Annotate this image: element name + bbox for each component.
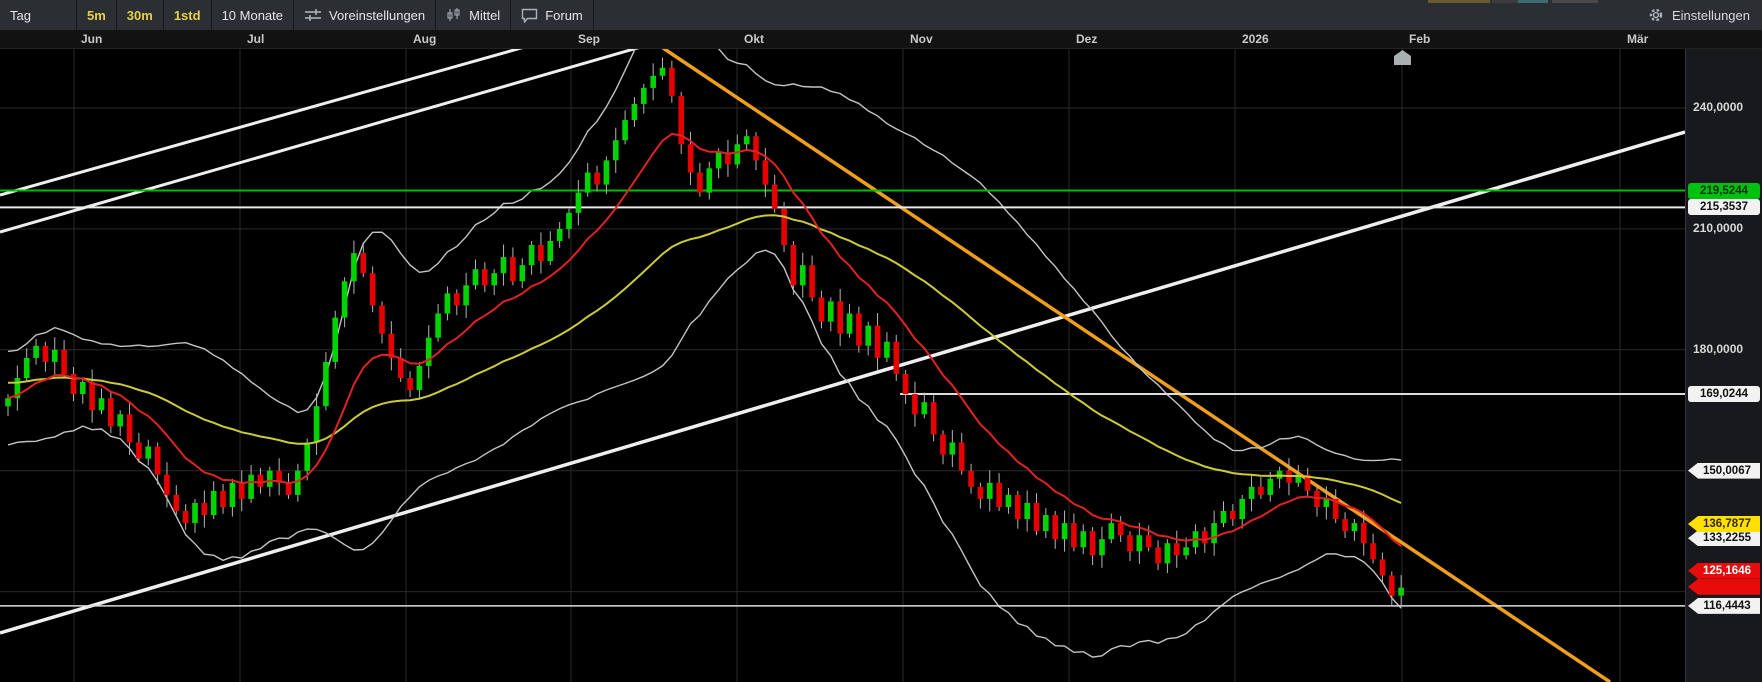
timeframe-button-5m[interactable]: 5m <box>77 0 117 30</box>
top-edge-fragment <box>1492 0 1518 3</box>
timeframe-button-tag[interactable]: Tag <box>0 0 77 30</box>
price-axis-gutter[interactable]: 240,0000 210,0000 180,0000 219,5244215,3537… <box>1685 48 1762 682</box>
trading-chart-window: { "toolbar": { "items": [ {"label": "Tag… <box>0 0 1762 682</box>
settings-label: Einstellungen <box>1672 8 1750 23</box>
x-axis-month-label: Jun <box>81 32 102 46</box>
top-edge-fragment <box>1552 0 1598 3</box>
sliders-icon <box>304 8 322 22</box>
price-badge: 150,0067 <box>1688 463 1760 479</box>
toolbar: Tag 5m 30m 1std 10 Monate Voreinstellung… <box>0 0 1762 31</box>
top-edge-fragment <box>1428 0 1490 3</box>
x-axis-month-label: Nov <box>910 32 933 46</box>
price-badge: 219,5244 <box>1688 183 1760 199</box>
x-axis-strip[interactable]: Jun Jul Aug Sep Okt Nov Dez 2026 Feb Mär <box>0 30 1762 49</box>
gear-icon <box>1648 7 1664 23</box>
timeframe-label: Tag <box>10 8 31 23</box>
timeframe-button-1std[interactable]: 1std <box>164 0 212 30</box>
candlestick-chart-canvas[interactable] <box>0 0 1762 682</box>
timeframe-label: 5m <box>87 8 106 23</box>
price-badge: 125,1646 <box>1688 563 1760 579</box>
x-axis-month-label: Okt <box>744 32 764 46</box>
x-axis-month-label: Dez <box>1076 32 1097 46</box>
range-button-10-monate[interactable]: 10 Monate <box>212 0 294 30</box>
timeframe-label: 1std <box>174 8 201 23</box>
price-axis-label: 210,0000 <box>1686 221 1762 235</box>
price-badge: 169,0244 <box>1688 386 1760 402</box>
presets-button[interactable]: Voreinstellungen <box>294 0 436 30</box>
price-axis-label: 180,0000 <box>1686 342 1762 356</box>
indicators-button[interactable]: Mittel <box>436 0 511 30</box>
price-badge: 215,3537 <box>1688 199 1760 215</box>
x-axis-month-label: Mär <box>1627 32 1648 46</box>
price-badge: 133,2255 <box>1688 530 1760 546</box>
indicators-label: Mittel <box>469 8 500 23</box>
timeframe-button-30m[interactable]: 30m <box>117 0 164 30</box>
candlestick-icon <box>446 7 462 23</box>
speech-bubble-icon <box>521 8 538 23</box>
price-badge <box>1688 579 1760 595</box>
price-badge: 116,4443 <box>1688 598 1760 614</box>
x-axis-month-label: Aug <box>413 32 436 46</box>
forum-button[interactable]: Forum <box>511 0 594 30</box>
settings-button[interactable]: Einstellungen <box>1636 0 1762 30</box>
presets-label: Voreinstellungen <box>329 8 425 23</box>
forum-label: Forum <box>545 8 583 23</box>
top-edge-fragment <box>1518 0 1548 3</box>
x-axis-month-label: 2026 <box>1242 32 1269 46</box>
range-label: 10 Monate <box>222 8 283 23</box>
timeframe-label: 30m <box>127 8 153 23</box>
x-axis-month-label: Sep <box>578 32 600 46</box>
x-axis-month-label: Jul <box>247 32 264 46</box>
price-axis-label: 240,0000 <box>1686 100 1762 114</box>
x-axis-month-label: Feb <box>1409 32 1430 46</box>
price-badge: 136,7877 <box>1688 516 1760 532</box>
